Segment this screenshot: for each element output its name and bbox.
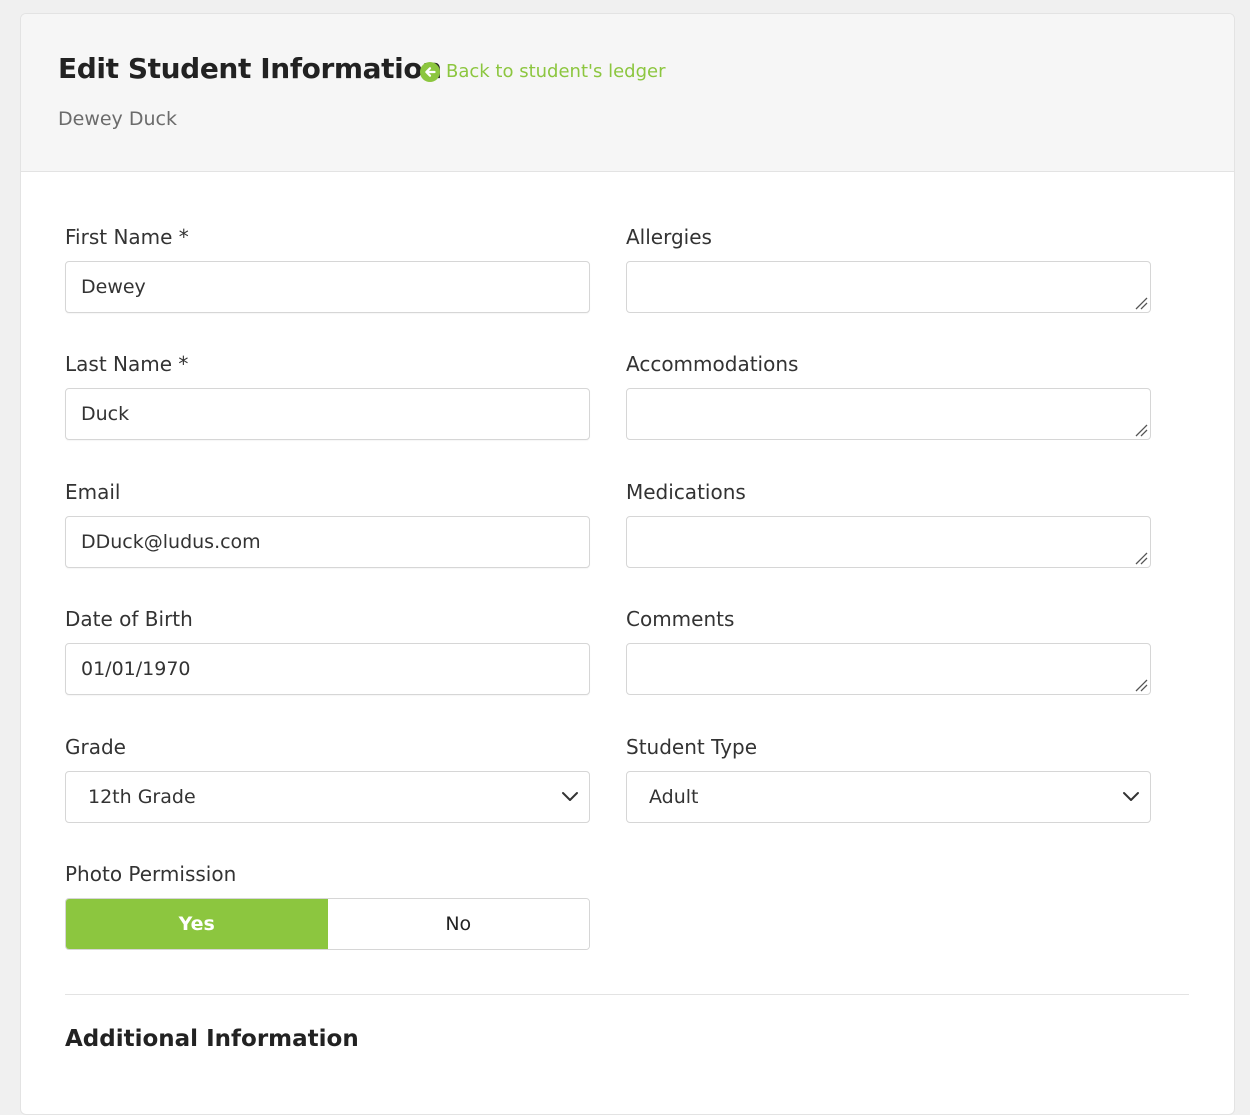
date-of-birth-input[interactable]: 01/01/1970 — [65, 643, 590, 695]
student-name-subtitle: Dewey Duck — [58, 108, 177, 130]
chevron-down-icon — [1123, 792, 1139, 801]
grade-label: Grade — [65, 735, 126, 759]
resize-grip-icon[interactable] — [1134, 551, 1148, 565]
arrow-left-circle-icon — [420, 61, 440, 82]
photo-permission-label: Photo Permission — [65, 862, 237, 886]
email-input[interactable]: DDuck@ludus.com — [65, 516, 590, 568]
email-label: Email — [65, 480, 121, 504]
date-of-birth-label: Date of Birth — [65, 607, 193, 631]
last-name-label: Last Name * — [65, 352, 189, 376]
chevron-down-icon — [562, 792, 578, 801]
student-type-label: Student Type — [626, 735, 758, 759]
student-type-select[interactable]: Adult — [626, 771, 1151, 823]
grade-select-value: 12th Grade — [88, 786, 196, 808]
photo-permission-yes[interactable]: Yes — [66, 899, 328, 949]
allergies-textarea[interactable] — [626, 261, 1151, 313]
additional-information-heading: Additional Information — [65, 1026, 359, 1052]
first-name-label: First Name * — [65, 225, 189, 249]
resize-grip-icon[interactable] — [1134, 296, 1148, 310]
comments-label: Comments — [626, 607, 735, 631]
grade-select[interactable]: 12th Grade — [65, 771, 590, 823]
section-divider — [65, 994, 1189, 995]
edit-student-card: Edit Student Information Back to student… — [20, 13, 1235, 1115]
page-title: Edit Student Information — [58, 52, 442, 85]
resize-grip-icon[interactable] — [1134, 423, 1148, 437]
photo-permission-toggle: Yes No — [65, 898, 590, 950]
student-type-select-value: Adult — [649, 786, 699, 808]
accommodations-label: Accommodations — [626, 352, 799, 376]
first-name-input[interactable]: Dewey — [65, 261, 590, 313]
medications-label: Medications — [626, 480, 746, 504]
accommodations-textarea[interactable] — [626, 388, 1151, 440]
allergies-label: Allergies — [626, 225, 712, 249]
comments-textarea[interactable] — [626, 643, 1151, 695]
back-to-ledger-link[interactable]: Back to student's ledger — [420, 61, 665, 82]
resize-grip-icon[interactable] — [1134, 678, 1148, 692]
medications-textarea[interactable] — [626, 516, 1151, 568]
back-link-label: Back to student's ledger — [446, 61, 666, 82]
last-name-input[interactable]: Duck — [65, 388, 590, 440]
photo-permission-no[interactable]: No — [327, 899, 589, 949]
card-header: Edit Student Information Back to student… — [21, 14, 1234, 172]
